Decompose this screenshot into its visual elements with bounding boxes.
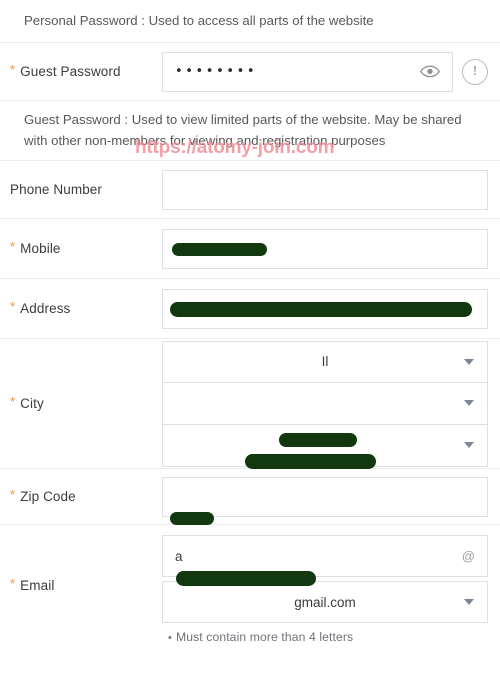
chevron-down-icon [464,599,474,606]
zip-code-label: * Zip Code [10,487,76,505]
guest-password-row: * Guest Password •••••••• ! [0,43,500,102]
city-field-cell: Il [162,340,488,467]
phone-number-input[interactable] [162,169,488,210]
address-redaction-bar [170,302,472,317]
guest-password-input[interactable]: •••••••• [162,51,453,92]
registration-form: https://atomy-join.com Personal Password… [0,0,500,683]
city-row: * City Il [0,339,500,470]
guest-password-label: * Guest Password [10,62,121,80]
guest-password-input-group: •••••••• ! [162,51,488,92]
town-redaction-bar [245,454,376,469]
phone-number-field-cell [162,169,488,210]
required-asterisk-icon: * [10,575,16,591]
required-asterisk-icon: * [10,487,16,503]
address-label: * Address [10,299,71,317]
email-label: * Email [10,575,55,593]
county-redaction-bar [279,433,357,447]
zip-code-redaction-bar [170,512,214,525]
zip-code-field-cell [162,476,488,517]
bullet-icon: • [168,632,172,645]
required-asterisk-icon: * [10,394,16,410]
chevron-down-icon [464,400,474,407]
phone-number-label: Phone Number [10,182,103,198]
email-domain-select[interactable]: gmail.com [162,581,488,624]
required-asterisk-icon: * [10,62,16,78]
guest-password-field-cell: •••••••• ! [162,51,488,92]
state-select[interactable]: Il [162,340,488,383]
zip-code-row: * Zip Code [0,469,500,526]
required-asterisk-icon: * [10,239,16,255]
eye-icon[interactable] [420,65,440,79]
mobile-label: * Mobile [10,239,61,257]
county-select[interactable] [162,382,488,425]
zip-code-input[interactable] [162,476,488,517]
exclamation-circle-icon: ! [462,58,488,85]
email-redaction-bar [176,571,316,586]
required-asterisk-icon: * [10,299,16,315]
email-hint: • Must contain more than 4 letters [168,630,354,645]
city-label: * City [10,394,44,412]
personal-password-notice: Personal Password : Used to access all p… [0,0,500,44]
chevron-down-icon [464,442,474,449]
at-symbol-icon: @ [461,548,475,564]
email-field-cell: a @ gmail.com • Must contain more than 4 … [162,535,488,644]
guest-password-notice: Guest Password : Used to view limited pa… [0,101,500,162]
mobile-redaction-bar [172,243,267,256]
chevron-down-icon [464,358,474,365]
phone-number-row: Phone Number [0,161,500,220]
